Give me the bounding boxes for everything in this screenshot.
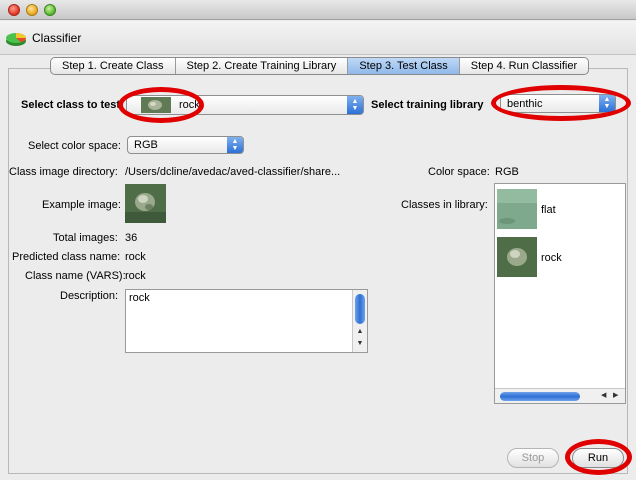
scroll-up-icon[interactable]: ▲ xyxy=(353,328,367,335)
color-space-info-value: RGB xyxy=(495,166,519,178)
example-image-label: Example image: xyxy=(42,199,121,211)
select-class-value: rock xyxy=(179,99,200,111)
list-item[interactable]: rock xyxy=(497,237,617,277)
tab-create-training-library[interactable]: Step 2. Create Training Library xyxy=(176,58,349,74)
pie-chart-icon xyxy=(6,33,26,46)
horizontal-scrollbar[interactable]: ◀ ▶ xyxy=(495,388,625,403)
class-rock-thumbnail xyxy=(497,237,537,277)
close-window-icon[interactable] xyxy=(8,4,20,16)
example-image xyxy=(125,184,166,223)
classes-in-library-label: Classes in library: xyxy=(401,199,488,211)
scroll-right-icon[interactable]: ▶ xyxy=(613,391,618,399)
select-library-label: Select training library xyxy=(371,99,484,111)
color-space-dropdown[interactable]: RGB ▲ ▼ xyxy=(127,136,244,154)
dropdown-arrows-icon: ▲ ▼ xyxy=(347,96,363,114)
description-label: Description: xyxy=(60,290,119,302)
dropdown-arrows-icon: ▲ ▼ xyxy=(599,95,615,112)
app-title: Classifier xyxy=(32,31,82,45)
color-space-label: Select color space: xyxy=(28,140,121,152)
scroll-down-icon[interactable]: ▼ xyxy=(353,340,367,347)
library-classes-list[interactable]: flat rock ◀ ▶ xyxy=(494,183,626,404)
class-thumbnail-image xyxy=(141,97,171,113)
description-text: rock xyxy=(129,292,150,304)
description-textarea[interactable]: rock ▲ ▼ xyxy=(125,289,368,353)
select-library-dropdown[interactable]: benthic ▲ ▼ xyxy=(500,94,616,113)
class-name: flat xyxy=(541,204,556,216)
scrollbar-thumb[interactable] xyxy=(355,294,365,324)
color-space-value: RGB xyxy=(134,139,158,151)
class-directory-label: Class image directory: xyxy=(9,166,118,178)
step-tabs: Step 1. Create Class Step 2. Create Trai… xyxy=(50,57,590,75)
class-directory-value: /Users/dcline/avedac/aved-classifier/sha… xyxy=(125,166,341,178)
app-header: Classifier xyxy=(0,21,636,55)
select-library-value: benthic xyxy=(507,98,543,110)
class-flat-thumbnail xyxy=(497,189,537,229)
stop-button[interactable]: Stop xyxy=(507,448,559,468)
select-class-label: Select class to test xyxy=(21,99,121,111)
minimize-window-icon[interactable] xyxy=(26,4,38,16)
window-title-bar xyxy=(0,0,636,20)
vertical-scrollbar[interactable]: ▲ ▼ xyxy=(352,290,367,352)
total-images-label: Total images: xyxy=(53,232,118,244)
zoom-window-icon[interactable] xyxy=(44,4,56,16)
scroll-left-icon[interactable]: ◀ xyxy=(601,391,606,399)
color-space-info-label: Color space: xyxy=(428,166,490,178)
predicted-class-value: rock xyxy=(125,251,146,263)
dropdown-arrows-icon: ▲ ▼ xyxy=(227,137,243,153)
tab-run-classifier[interactable]: Step 4. Run Classifier xyxy=(460,58,588,74)
total-images-value: 36 xyxy=(125,232,138,244)
scrollbar-thumb[interactable] xyxy=(500,392,580,401)
tab-test-class[interactable]: Step 3. Test Class xyxy=(348,58,460,74)
select-class-dropdown[interactable]: rock ▲ ▼ xyxy=(126,95,364,115)
class-name-vars-label: Class name (VARS): xyxy=(25,270,126,282)
class-name: rock xyxy=(541,252,562,264)
list-item[interactable]: flat xyxy=(497,189,617,229)
class-name-vars-value: rock xyxy=(125,270,146,282)
run-button[interactable]: Run xyxy=(572,448,624,468)
tab-create-class[interactable]: Step 1. Create Class xyxy=(51,58,176,74)
predicted-class-label: Predicted class name: xyxy=(12,251,121,263)
